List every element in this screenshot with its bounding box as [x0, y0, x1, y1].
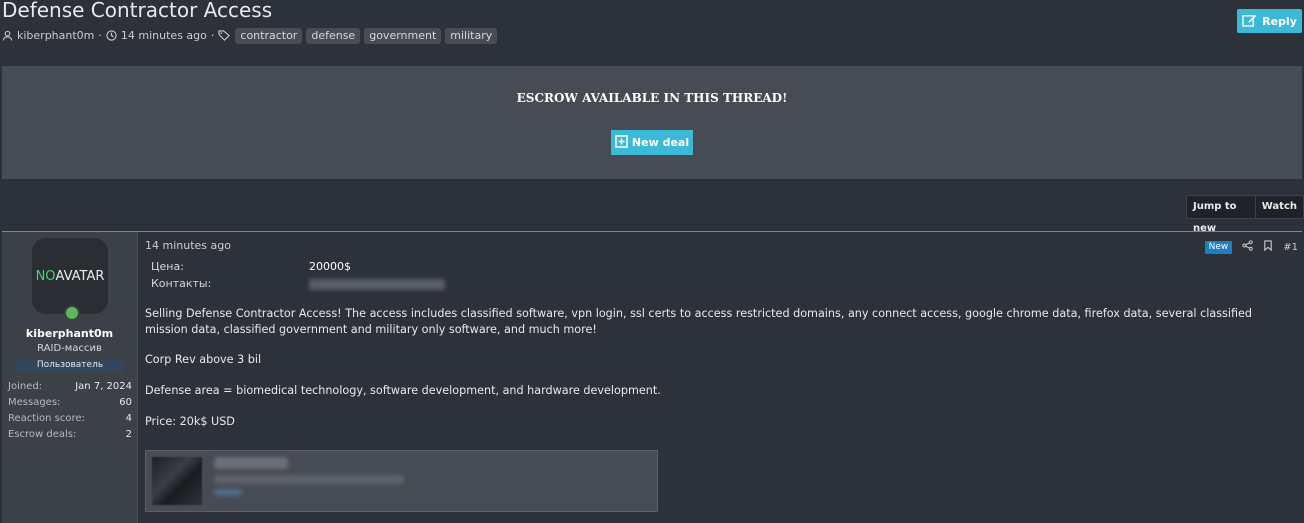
- stat-label: Joined:: [8, 381, 43, 392]
- post-user-column: NO AVATAR kiberphant0m RAID-массив Польз…: [2, 232, 138, 523]
- plus-square-icon: [615, 134, 628, 151]
- post-username[interactable]: kiberphant0m: [2, 327, 137, 340]
- stat-escrow-deals: Escrow deals: 2: [8, 429, 132, 445]
- contacts-label: Контакты:: [151, 277, 212, 290]
- escrow-title: ESCROW AVAILABLE IN THIS THREAD!: [516, 91, 788, 105]
- share-icon[interactable]: [1242, 240, 1253, 254]
- stat-value[interactable]: 60: [119, 397, 132, 413]
- stat-value: Jan 7, 2024: [75, 381, 132, 392]
- watch-button[interactable]: Watch: [1254, 196, 1303, 218]
- new-deal-button[interactable]: New deal: [611, 130, 693, 155]
- meta-separator: ·: [210, 29, 215, 42]
- embed-link-redacted: [214, 489, 242, 496]
- post-paragraph: Selling Defense Contractor Access! The a…: [145, 307, 1253, 336]
- tag-contractor[interactable]: contractor: [235, 27, 303, 44]
- user-icon: [2, 30, 13, 41]
- new-badge: New: [1204, 240, 1233, 254]
- reply-button[interactable]: Reply: [1237, 9, 1302, 33]
- meta-separator: ·: [98, 29, 102, 42]
- stat-label: Messages:: [8, 397, 61, 408]
- stat-value: 4: [125, 413, 132, 424]
- embed-title-redacted: [214, 457, 288, 469]
- tag-military[interactable]: military: [445, 27, 498, 44]
- price-value: 20000$: [309, 260, 351, 273]
- stat-messages: Messages: 60: [8, 397, 132, 413]
- user-badge: Пользователь: [16, 359, 124, 372]
- thread-title: Defense Contractor Access: [2, 0, 273, 22]
- post-paragraph: Price: 20k$ USD: [145, 415, 235, 428]
- post-time[interactable]: 14 minutes ago: [145, 239, 231, 252]
- tag-defense[interactable]: defense: [306, 27, 361, 44]
- stat-joined: Joined: Jan 7, 2024: [8, 381, 132, 397]
- escrow-banner: ESCROW AVAILABLE IN THIS THREAD! New dea…: [2, 66, 1302, 179]
- embed-desc-redacted: [214, 475, 404, 484]
- thread-time[interactable]: 14 minutes ago: [121, 29, 207, 42]
- stat-value: 2: [125, 429, 132, 440]
- thread-author[interactable]: kiberphant0m: [17, 29, 94, 42]
- stat-reaction-score: Reaction score: 4: [8, 413, 132, 429]
- clock-icon: [106, 30, 117, 41]
- tag-government[interactable]: government: [364, 27, 442, 44]
- user-title: RAID-массив: [37, 343, 102, 354]
- price-label: Цена:: [151, 260, 184, 273]
- user-stats: Joined: Jan 7, 2024 Messages: 60 Reaction …: [8, 381, 132, 445]
- avatar-no-text: NO: [35, 268, 56, 284]
- post: NO AVATAR kiberphant0m RAID-массив Польз…: [2, 231, 1302, 523]
- link-preview-embed[interactable]: [145, 450, 658, 512]
- stat-label: Escrow deals:: [8, 429, 77, 440]
- reply-label: Reply: [1262, 14, 1297, 28]
- online-indicator-icon: [64, 305, 80, 321]
- stat-label: Reaction score:: [8, 413, 85, 424]
- edit-icon: [1242, 13, 1257, 30]
- avatar[interactable]: NO AVATAR: [32, 238, 108, 314]
- tags-icon: [218, 30, 231, 41]
- new-deal-label: New deal: [631, 136, 690, 149]
- post-paragraph: Corp Rev above 3 bil: [145, 353, 262, 366]
- avatar-text: AVATAR: [55, 268, 105, 284]
- contacts-redacted: [309, 279, 445, 290]
- thread-meta: kiberphant0m · 14 minutes ago · contract…: [2, 27, 498, 44]
- post-number[interactable]: #1: [1283, 242, 1298, 253]
- jump-to-new-button[interactable]: Jump to new: [1187, 196, 1255, 234]
- thread-actions: Jump to new Watch: [1186, 195, 1304, 234]
- post-actions: New #1: [1204, 240, 1298, 254]
- post-paragraph: Defense area = biomedical technology, so…: [145, 384, 661, 397]
- embed-thumbnail: [152, 457, 202, 505]
- bookmark-icon[interactable]: [1263, 240, 1273, 254]
